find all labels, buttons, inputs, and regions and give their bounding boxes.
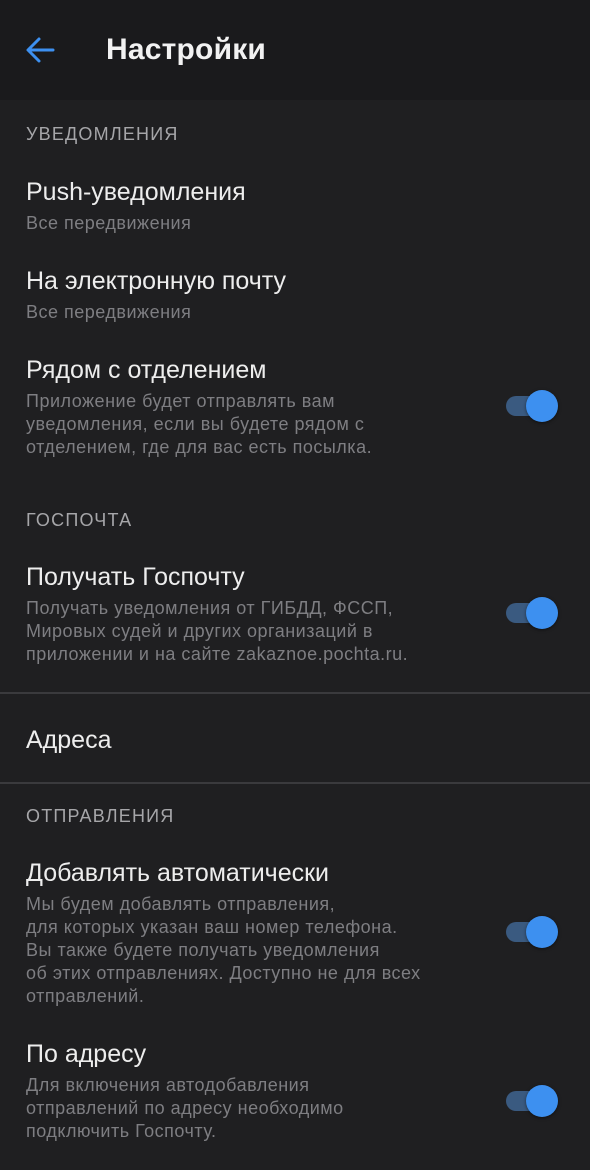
toggle-thumb [526, 390, 558, 422]
by-address-title: По адресу [26, 1040, 147, 1068]
by-address-toggle[interactable] [504, 1083, 560, 1119]
arrow-left-icon [26, 37, 55, 63]
addresses-title: Адреса [26, 726, 112, 754]
receive-gospochta-title: Получать Госпочту [26, 563, 245, 591]
page-title: Настройки [106, 33, 267, 66]
by-address-description: Для включения автодобавления отправлений… [26, 1075, 344, 1141]
push-notifications-title: Push-уведомления [26, 178, 246, 206]
section-label-shipments: ОТПРАВЛЕНИЯ [26, 806, 175, 826]
toggle-thumb [526, 597, 558, 629]
auto-add-title: Добавлять автоматически [26, 859, 330, 887]
toggle-thumb [526, 916, 558, 948]
divider [0, 782, 590, 784]
section-label-gospochta: ГОСПОЧТА [26, 510, 133, 530]
app-bar: Настройки [0, 0, 590, 100]
auto-add-toggle[interactable] [504, 914, 560, 950]
back-button[interactable] [18, 30, 62, 70]
email-notifications-title: На электронную почту [26, 267, 287, 295]
toggle-thumb [526, 1085, 558, 1117]
receive-gospochta-description: Получать уведомления от ГИБДД, ФССП, Мир… [26, 598, 409, 664]
receive-gospochta-toggle[interactable] [504, 595, 560, 631]
email-notifications-value: Все передвижения [26, 302, 192, 322]
nearby-office-toggle[interactable] [504, 388, 560, 424]
nearby-office-title: Рядом с отделением [26, 356, 267, 384]
auto-add-description: Мы будем добавлять отправления, для кото… [26, 894, 421, 1006]
section-label-notifications: УВЕДОМЛЕНИЯ [26, 124, 179, 144]
nearby-office-description: Приложение будет отправлять вам уведомле… [26, 391, 373, 457]
push-notifications-value: Все передвижения [26, 213, 192, 233]
settings-screen: Настройки УВЕДОМЛЕНИЯ Push-уведомления В… [0, 0, 590, 1170]
